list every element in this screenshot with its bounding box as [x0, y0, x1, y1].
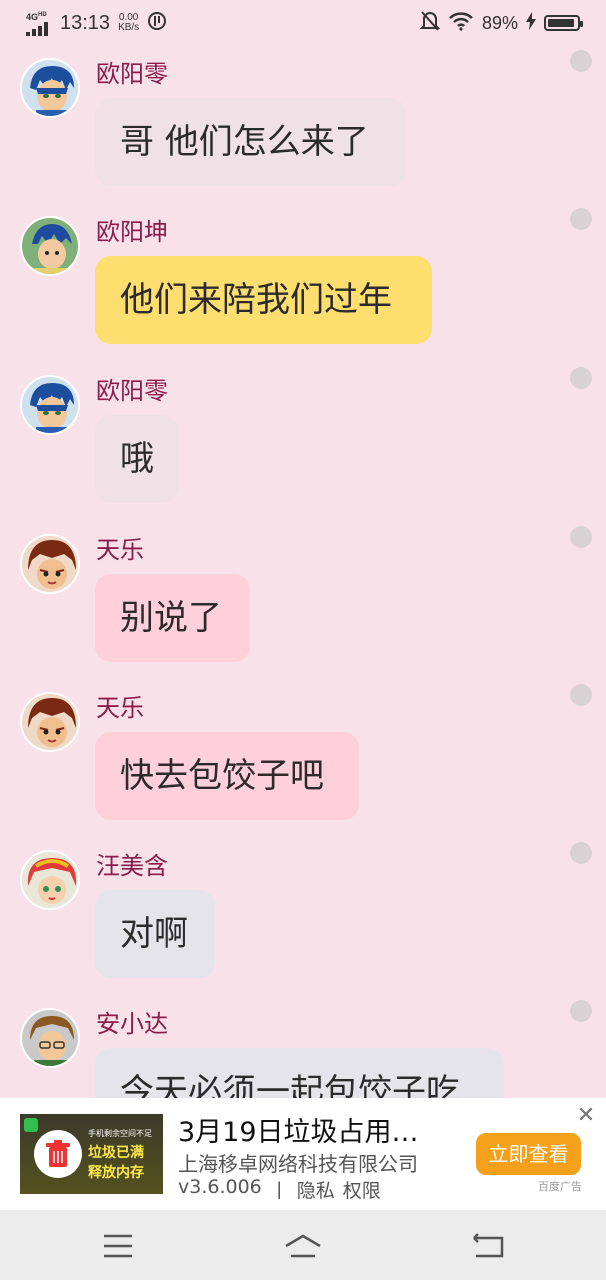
charging-icon: [526, 12, 536, 34]
message-bubble[interactable]: 他们来陪我们过年: [95, 256, 432, 344]
sender-name: 欧阳零: [96, 377, 168, 405]
wifi-icon: [448, 11, 474, 35]
ad-source-tag: 百度广告: [538, 1180, 582, 1193]
battery-icon: [544, 15, 583, 31]
avatar[interactable]: [20, 375, 80, 435]
signal-icon: 4GHD: [26, 11, 52, 36]
message-bubble[interactable]: 别说了: [95, 574, 250, 662]
ad-thumb-line2: 垃圾已满: [88, 1145, 144, 1161]
ad-separator: 丨: [269, 1180, 289, 1202]
character-avatar-icon: [22, 60, 78, 116]
close-icon[interactable]: ✕: [574, 1104, 598, 1128]
status-dot-icon: [570, 842, 592, 864]
chat-list[interactable]: 欧阳零 哥 他们怎么来了 欧阳坤 他们来陪我们过年 欧阳零 哦 天乐 别说了 天…: [0, 46, 606, 1098]
status-dot-icon: [570, 50, 592, 72]
sender-name: 汪美含: [96, 852, 168, 880]
back-button[interactable]: [468, 1228, 508, 1264]
avatar[interactable]: [20, 850, 80, 910]
status-dot-icon: [570, 684, 592, 706]
avatar[interactable]: [20, 58, 80, 118]
status-right: 89%: [419, 10, 583, 36]
sender-name: 欧阳坤: [96, 218, 168, 246]
message-bubble[interactable]: 快去包饺子吧: [95, 732, 359, 820]
status-dot-icon: [570, 367, 592, 389]
avatar[interactable]: [20, 1008, 80, 1068]
menu-button[interactable]: [98, 1228, 138, 1264]
ad-company: 上海移卓网络科技有限公司: [178, 1152, 418, 1176]
ad-thumb-line3: 释放内存: [88, 1165, 144, 1181]
status-dot-icon: [570, 1000, 592, 1022]
ad-version: v3.6.006: [178, 1176, 262, 1198]
ad-thumb-line1: 手机剩余空间不足: [88, 1129, 152, 1138]
navigation-bar: [0, 1210, 606, 1280]
sender-name: 安小达: [96, 1010, 168, 1038]
battery-percent: 89%: [481, 12, 518, 33]
status-bar: 4GHD 13:13 0.00 KB/s 89%: [0, 0, 606, 46]
sender-name: 天乐: [96, 694, 144, 722]
home-icon: [285, 1234, 321, 1258]
character-avatar-icon: [22, 852, 78, 908]
status-dot-icon: [570, 526, 592, 548]
speed-unit: KB/s: [118, 22, 140, 33]
ad-view-button[interactable]: 立即查看: [476, 1133, 581, 1175]
status-left: 4GHD 13:13 0.00 KB/s: [26, 11, 167, 36]
home-button[interactable]: [283, 1228, 323, 1264]
back-icon: [473, 1233, 504, 1258]
ad-meta: v3.6.006 丨 隐私 权限: [178, 1176, 381, 1203]
clock: 13:13: [60, 11, 111, 34]
ad-title[interactable]: 3月19日垃圾占用…: [178, 1110, 419, 1149]
trash-icon: [34, 1130, 82, 1178]
mute-bell-icon: [419, 10, 441, 36]
character-avatar-icon: [22, 377, 78, 433]
menu-icon: [104, 1234, 132, 1258]
message-bubble[interactable]: 对啊: [95, 890, 215, 978]
app-notification-icon: [147, 11, 167, 35]
character-avatar-icon: [22, 218, 78, 274]
status-dot-icon: [570, 208, 592, 230]
avatar[interactable]: [20, 534, 80, 594]
avatar[interactable]: [20, 692, 80, 752]
character-avatar-icon: [22, 536, 78, 592]
network-hd: HD: [38, 11, 47, 18]
ad-banner[interactable]: 手机剩余空间不足 垃圾已满 释放内存 3月19日垃圾占用… 上海移卓网络科技有限…: [0, 1098, 606, 1210]
avatar[interactable]: [20, 216, 80, 276]
ad-thumbnail[interactable]: 手机剩余空间不足 垃圾已满 释放内存: [20, 1114, 163, 1194]
ad-permissions-link[interactable]: 权限: [343, 1176, 381, 1203]
network-speed: 0.00 KB/s: [118, 13, 139, 33]
sender-name: 欧阳零: [96, 60, 168, 88]
sender-name: 天乐: [96, 536, 144, 564]
network-type: 4G: [26, 11, 39, 22]
character-avatar-icon: [22, 694, 78, 750]
message-bubble[interactable]: 今天必须一起包饺子吃: [95, 1048, 504, 1098]
message-bubble[interactable]: 哦: [95, 415, 178, 503]
character-avatar-icon: [22, 1010, 78, 1066]
ad-privacy-link[interactable]: 隐私: [297, 1176, 335, 1203]
message-bubble[interactable]: 哥 他们怎么来了: [95, 98, 406, 186]
